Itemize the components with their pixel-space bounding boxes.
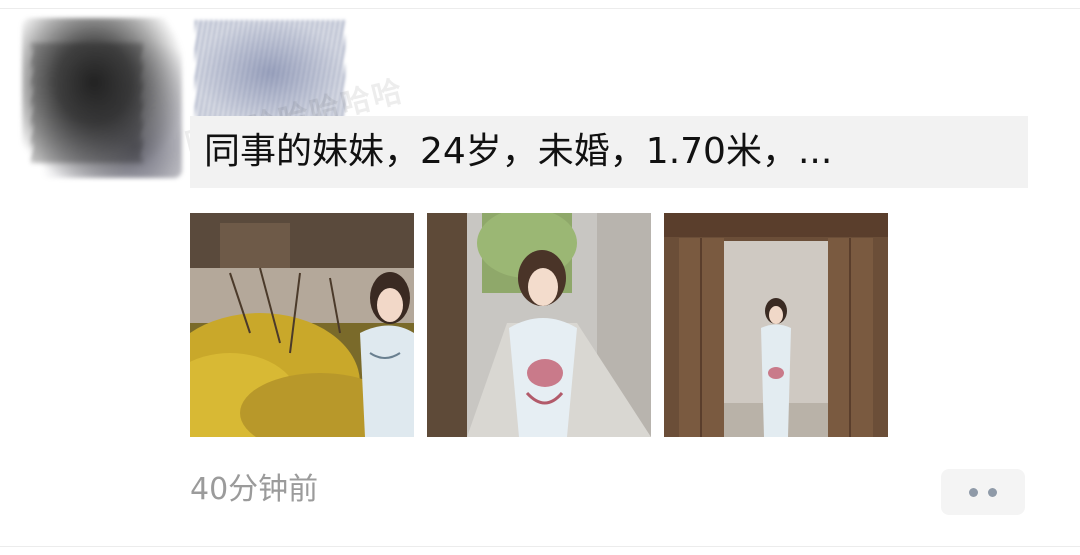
photo-3-image	[664, 213, 888, 437]
user-name-redacted[interactable]	[195, 20, 345, 125]
more-dots-icon	[988, 487, 997, 497]
more-button[interactable]	[941, 469, 1025, 515]
more-dots-icon	[969, 487, 978, 497]
photo-2-image	[427, 213, 651, 437]
divider-top	[0, 8, 1080, 9]
avatar[interactable]	[22, 18, 182, 178]
photo-1-image	[190, 213, 414, 437]
photo-1[interactable]	[190, 213, 414, 437]
photo-2[interactable]	[427, 213, 651, 437]
post-timestamp: 40分钟前	[190, 472, 319, 507]
moments-post: 哈哈哈哈哈哈哈 同事的妹妹，24岁，未婚，1.70米，...	[0, 0, 1080, 555]
post-text[interactable]: 同事的妹妹，24岁，未婚，1.70米，...	[190, 116, 1028, 188]
photo-3[interactable]	[664, 213, 888, 437]
divider-bottom	[0, 546, 1080, 547]
